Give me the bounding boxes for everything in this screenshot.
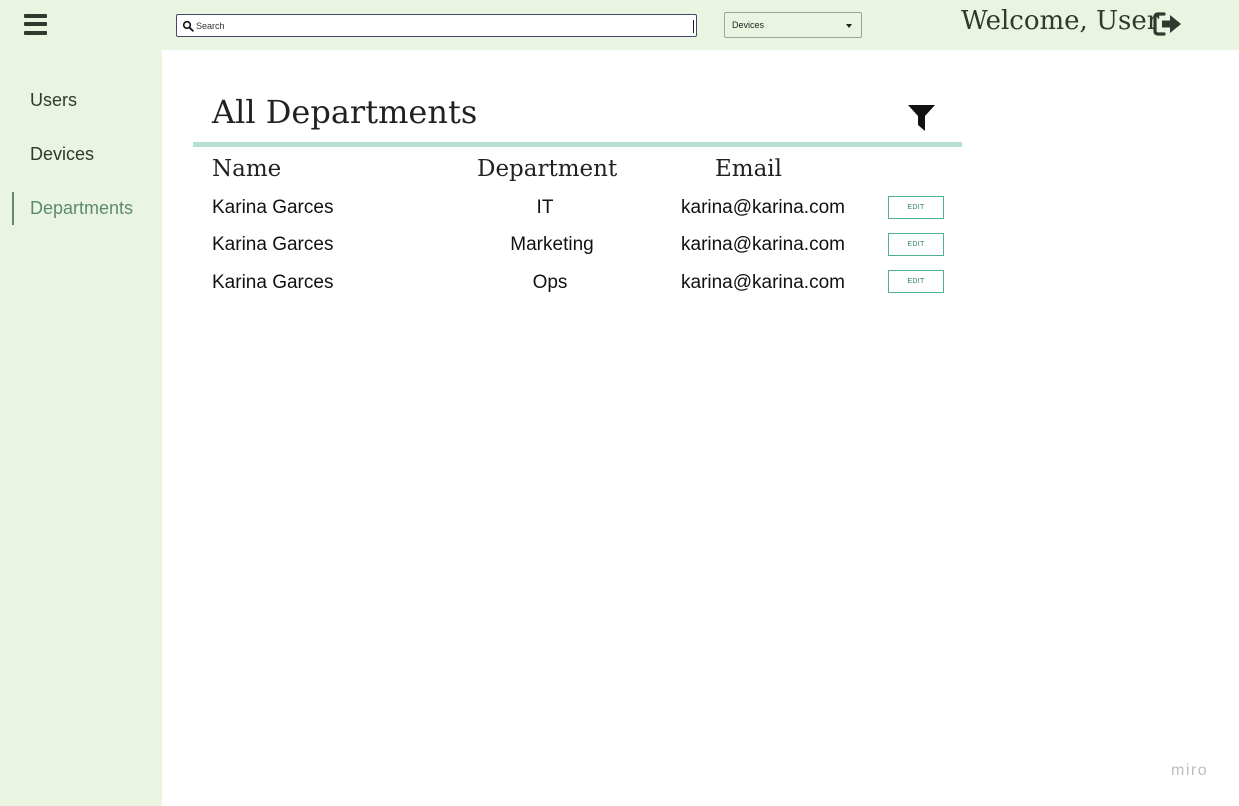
filter-icon[interactable]: [908, 105, 935, 131]
sign-out-icon[interactable]: [1153, 11, 1183, 37]
search-input[interactable]: [196, 17, 676, 35]
search-bar: [176, 14, 697, 37]
title-divider: [193, 142, 962, 147]
row-email: karina@karina.com: [681, 197, 845, 218]
row-department: Ops: [532, 272, 568, 293]
column-header-department: Department: [477, 156, 618, 182]
row-name: Karina Garces: [212, 272, 334, 293]
row-email: karina@karina.com: [681, 272, 845, 293]
column-header-email: Email: [715, 156, 783, 182]
row-department: Marketing: [510, 234, 594, 255]
edit-button[interactable]: EDIT: [888, 233, 944, 256]
column-header-name: Name: [212, 156, 282, 182]
active-indicator: [12, 192, 14, 225]
row-email: karina@karina.com: [681, 234, 845, 255]
row-name: Karina Garces: [212, 234, 334, 255]
row-name: Karina Garces: [212, 197, 334, 218]
sidebar-item-devices[interactable]: Devices: [30, 144, 94, 165]
hamburger-menu-icon[interactable]: [24, 14, 47, 35]
miro-watermark: miro: [1171, 762, 1209, 779]
edit-button[interactable]: EDIT: [888, 270, 944, 293]
page-title: All Departments: [212, 93, 478, 131]
edit-button[interactable]: EDIT: [888, 196, 944, 219]
category-select[interactable]: Devices: [724, 12, 862, 38]
search-icon: [182, 20, 194, 32]
sidebar-item-departments[interactable]: Departments: [30, 198, 133, 219]
select-value: Devices: [732, 20, 765, 30]
text-cursor: [693, 20, 694, 33]
sidebar-item-users[interactable]: Users: [30, 90, 77, 111]
welcome-message: Welcome, User: [961, 6, 1160, 36]
row-department: IT: [536, 197, 554, 218]
caret-down-icon: [846, 24, 852, 28]
